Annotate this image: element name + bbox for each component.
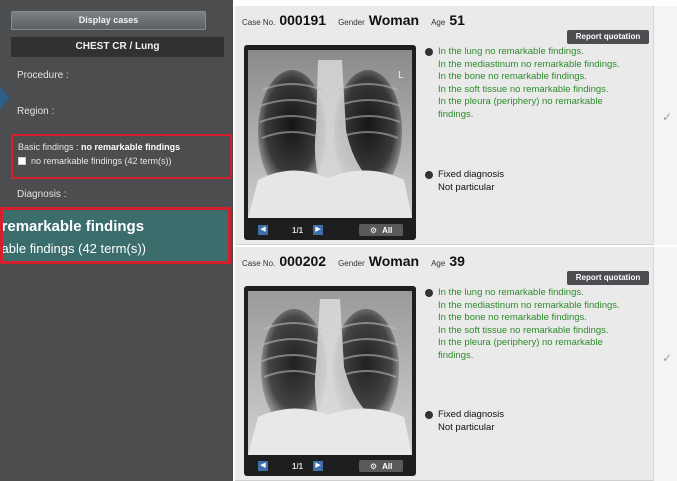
finding-item: In the bone no remarkable findings. bbox=[438, 71, 587, 82]
findings-option[interactable]: no remarkable findings (42 term(s)) bbox=[18, 156, 172, 166]
finding-item: In the pleura (periphery) no remarkable bbox=[438, 337, 603, 348]
all-label: All bbox=[382, 225, 393, 235]
checkmark-icon[interactable]: ✓ bbox=[662, 351, 672, 365]
basic-findings-section: Basic findings : no remarkable findings … bbox=[11, 134, 232, 179]
age-value: 51 bbox=[449, 12, 465, 28]
findings-list: In the lung no remarkable findings. In t… bbox=[438, 46, 620, 121]
region-label[interactable]: Region : bbox=[17, 106, 54, 117]
age-value: 39 bbox=[449, 253, 465, 269]
page-indicator: 1/1 bbox=[292, 461, 304, 471]
diagnosis-section: Fixed diagnosis Not particular bbox=[425, 409, 504, 434]
zoom-line-2: kable findings (42 term(s)) bbox=[0, 241, 146, 256]
findings-report: In the lung no remarkable findings. In t… bbox=[425, 287, 620, 362]
next-image-button[interactable]: ▶ bbox=[313, 461, 324, 471]
page-indicator: 1/1 bbox=[292, 225, 304, 235]
arrow-pointer-icon bbox=[0, 86, 10, 110]
finding-item: In the lung no remarkable findings. bbox=[438, 287, 584, 298]
finding-item: In the soft tissue no remarkable finding… bbox=[438, 324, 609, 336]
bullet-icon bbox=[425, 289, 433, 297]
zoom-callout: s : no remarkable findings kable finding… bbox=[0, 207, 231, 264]
finding-item: findings. bbox=[438, 349, 474, 361]
case-select-column[interactable]: ✓ bbox=[653, 6, 677, 245]
zoom-value: no remarkable findings bbox=[1, 218, 145, 235]
diagnosis-value: Not particular bbox=[438, 421, 495, 433]
diagnosis-value: Not particular bbox=[438, 181, 495, 193]
diagnosis-title: Fixed diagnosis bbox=[438, 409, 505, 420]
image-viewer: L ◀ 1/1 ▶ ⚙ All bbox=[244, 45, 416, 240]
image-navigation: ◀ 1/1 ▶ ⚙ All bbox=[248, 459, 412, 473]
case-header: Case No. 000191 Gender Woman Age 51 bbox=[242, 12, 477, 28]
case-card: Case No. 000202 Gender Woman Age 39 Repo… bbox=[235, 247, 653, 481]
finding-item: In the pleura (periphery) no remarkable bbox=[438, 96, 603, 107]
basic-findings-value: no remarkable findings bbox=[81, 142, 181, 152]
gender-value: Woman bbox=[368, 253, 420, 269]
finding-item: In the mediastinum no remarkable finding… bbox=[438, 58, 620, 70]
gear-icon: ⚙ bbox=[369, 461, 378, 471]
gender-label: Gender bbox=[338, 18, 365, 27]
bullet-icon bbox=[425, 411, 433, 419]
findings-checkbox[interactable] bbox=[18, 157, 26, 165]
finding-item: In the lung no remarkable findings. bbox=[438, 46, 584, 57]
case-no-label: Case No. bbox=[242, 18, 276, 27]
age-label: Age bbox=[431, 259, 446, 268]
findings-report: In the lung no remarkable findings. In t… bbox=[425, 46, 620, 121]
finding-item: findings. bbox=[438, 108, 474, 120]
prev-image-button[interactable]: ◀ bbox=[258, 225, 268, 235]
diagnosis-section: Fixed diagnosis Not particular bbox=[425, 169, 504, 194]
diagnosis-title: Fixed diagnosis bbox=[438, 169, 505, 180]
gender-value: Woman bbox=[368, 12, 420, 28]
finding-item: In the bone no remarkable findings. bbox=[438, 312, 587, 323]
gender-label: Gender bbox=[338, 259, 365, 268]
basic-findings-heading[interactable]: Basic findings : no remarkable findings bbox=[18, 142, 180, 152]
image-navigation: ◀ 1/1 ▶ ⚙ All bbox=[248, 223, 412, 237]
case-no-label: Case No. bbox=[242, 259, 276, 268]
xray-side-marker: L bbox=[398, 70, 404, 81]
finding-item: In the mediastinum no remarkable finding… bbox=[438, 299, 620, 311]
checkmark-icon[interactable]: ✓ bbox=[662, 110, 672, 124]
case-card: Case No. 000191 Gender Woman Age 51 Repo… bbox=[235, 6, 653, 245]
chest-xray-image[interactable] bbox=[248, 291, 412, 455]
chest-xray-image[interactable]: L bbox=[248, 50, 412, 218]
case-select-column[interactable]: ✓ bbox=[653, 247, 677, 481]
finding-item: In the soft tissue no remarkable finding… bbox=[438, 83, 609, 95]
image-viewer: ◀ 1/1 ▶ ⚙ All bbox=[244, 286, 416, 476]
basic-findings-label: Basic findings : bbox=[18, 142, 79, 152]
all-label: All bbox=[382, 461, 393, 471]
case-header: Case No. 000202 Gender Woman Age 39 bbox=[242, 253, 477, 269]
gear-icon: ⚙ bbox=[369, 225, 378, 235]
case-no: 000191 bbox=[279, 12, 327, 28]
bullet-icon bbox=[425, 171, 433, 179]
diagnosis-label[interactable]: Diagnosis : bbox=[17, 189, 66, 200]
case-no: 000202 bbox=[279, 253, 327, 269]
findings-list: In the lung no remarkable findings. In t… bbox=[438, 287, 620, 362]
report-quotation-button[interactable]: Report quotation bbox=[567, 30, 649, 44]
findings-option-label: no remarkable findings (42 term(s)) bbox=[31, 156, 172, 166]
prev-image-button[interactable]: ◀ bbox=[258, 461, 268, 471]
report-quotation-button[interactable]: Report quotation bbox=[567, 271, 649, 285]
all-images-button[interactable]: ⚙ All bbox=[359, 224, 404, 236]
all-images-button[interactable]: ⚙ All bbox=[359, 460, 404, 472]
category-header: CHEST CR / Lung bbox=[11, 37, 224, 57]
zoom-line-1: s : no remarkable findings bbox=[1, 218, 145, 235]
display-cases-button[interactable]: Display cases bbox=[11, 11, 206, 30]
procedure-label[interactable]: Procedure : bbox=[17, 70, 69, 81]
next-image-button[interactable]: ▶ bbox=[313, 225, 324, 235]
age-label: Age bbox=[431, 18, 446, 27]
bullet-icon bbox=[425, 48, 433, 56]
